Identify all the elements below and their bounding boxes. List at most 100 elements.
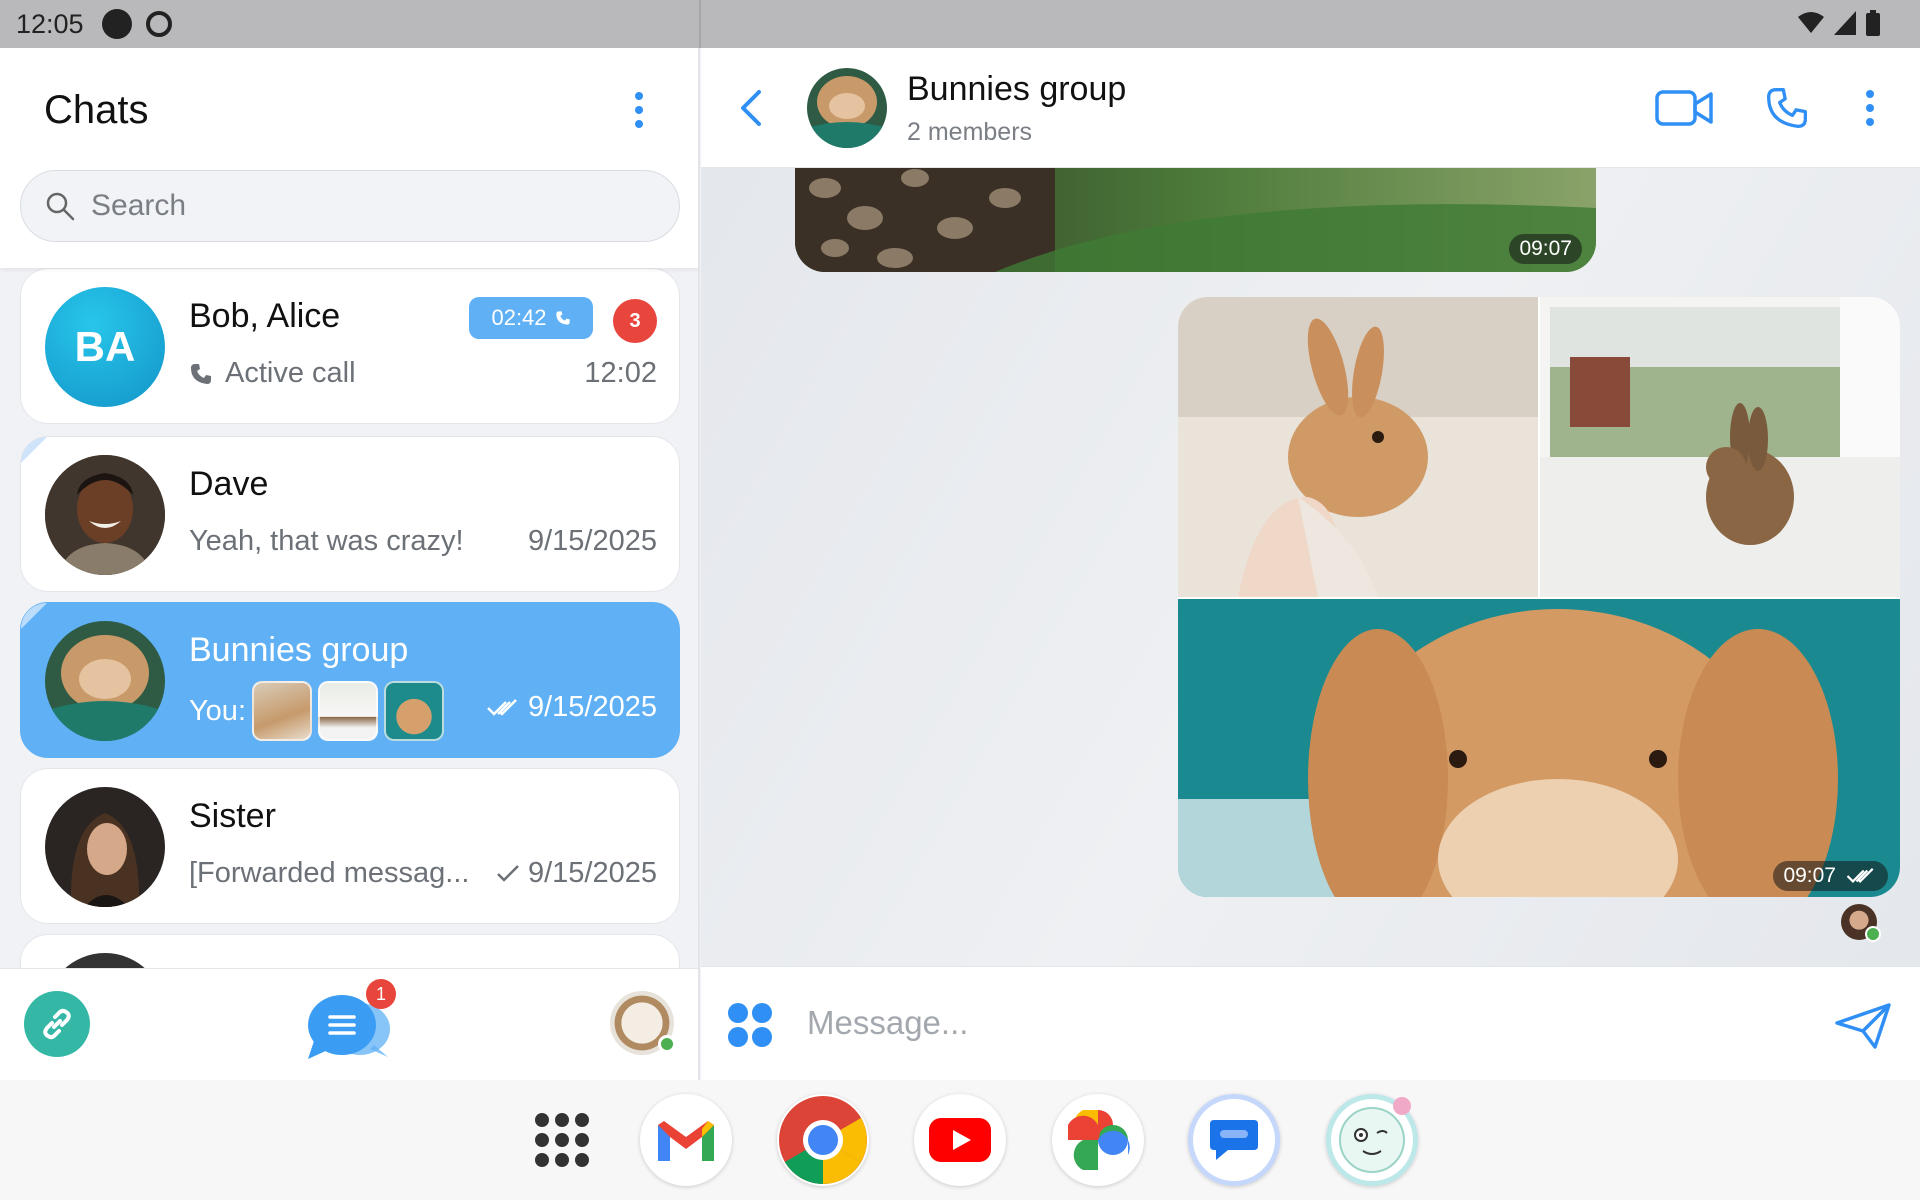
chat-time: 9/15/2025 xyxy=(496,857,657,890)
youtube-icon xyxy=(929,1118,991,1162)
chat-name: Bunnies group xyxy=(189,631,409,669)
status-icons xyxy=(1798,10,1880,36)
message-composer xyxy=(701,966,1920,1080)
app-dock xyxy=(0,1080,1920,1200)
profile-button[interactable] xyxy=(610,991,676,1055)
search-input[interactable] xyxy=(91,189,631,223)
chat-preview-text: Yeah, that was crazy! xyxy=(189,525,464,557)
chat-item-bob-alice[interactable]: BA Bob, Alice 02:42 3 Active call 12:02 xyxy=(20,268,680,424)
active-call-timer[interactable]: 02:42 xyxy=(469,297,593,339)
double-check-icon xyxy=(487,698,517,716)
signal-icon xyxy=(1834,11,1856,35)
chat-preview: You: xyxy=(189,681,444,741)
avatar xyxy=(45,621,165,741)
chat-name: Dave xyxy=(189,465,269,503)
chat-time: 12:02 xyxy=(584,357,657,390)
bunny-photo-hand[interactable] xyxy=(1178,297,1538,597)
photos-icon xyxy=(1068,1110,1130,1170)
chat-preview-text: Active call xyxy=(225,357,356,389)
media-thumbnail xyxy=(252,681,312,741)
avatar: BA xyxy=(45,287,165,407)
search-icon xyxy=(46,192,75,221)
app-drawer-button[interactable] xyxy=(534,1112,590,1168)
read-receipt-avatar xyxy=(1841,904,1881,942)
avatar-photo xyxy=(45,455,165,575)
app-notification-icon xyxy=(145,11,172,37)
avatar-photo xyxy=(45,787,165,907)
link-icon xyxy=(43,1008,71,1040)
chat-preview: Active call xyxy=(189,357,356,390)
dot-icon xyxy=(635,106,643,114)
call-duration: 02:42 xyxy=(491,305,547,330)
media-thumbnail xyxy=(384,681,444,741)
chat-item-sister[interactable]: Sister [Forwarded messag... 9/15/2025 xyxy=(20,768,680,924)
conversation-pane: 09:07 Bunnies group 2 members 09:07 Mess… xyxy=(701,48,1920,1080)
message-input[interactable] xyxy=(807,995,1707,1051)
status-divider xyxy=(699,0,701,48)
online-indicator xyxy=(658,1035,676,1053)
message-time-text: 09:07 xyxy=(1783,864,1836,887)
app-notification-dot xyxy=(1393,1097,1411,1115)
apps-grid-icon xyxy=(728,1003,772,1047)
chrome-icon xyxy=(779,1096,867,1184)
dot-icon xyxy=(1866,104,1874,112)
chat-item-dave[interactable]: Dave Yeah, that was crazy! 9/15/2025 xyxy=(20,436,680,592)
chat-preview: Yeah, that was crazy! xyxy=(189,525,464,558)
chat-preview: [Forwarded messag... xyxy=(189,857,469,890)
conversation-title: Bunnies group xyxy=(907,70,1127,108)
bunny-photo-closeup[interactable] xyxy=(1178,599,1900,897)
link-button[interactable] xyxy=(24,991,90,1057)
chrome-app-button[interactable] xyxy=(777,1094,869,1186)
page-title: Chats xyxy=(44,88,149,132)
battery-icon xyxy=(1866,10,1880,36)
send-icon[interactable] xyxy=(1835,1003,1891,1049)
avatar-photo xyxy=(807,68,887,148)
group-avatar[interactable] xyxy=(807,68,887,148)
chat-time: 9/15/2025 xyxy=(528,525,657,558)
custom-app-button[interactable] xyxy=(1326,1094,1418,1186)
double-check-icon xyxy=(1846,868,1874,883)
status-bar: 12:05 xyxy=(0,0,1920,48)
chat-time-text: 9/15/2025 xyxy=(527,525,657,557)
pin-marker xyxy=(21,603,47,629)
wifi-icon xyxy=(1798,12,1824,33)
message-time: 09:07 xyxy=(1509,234,1582,264)
messages-icon xyxy=(1210,1120,1258,1160)
pin-marker xyxy=(21,437,47,463)
more-menu-button[interactable] xyxy=(632,92,646,128)
conversation-header: Bunnies group 2 members xyxy=(701,48,1920,168)
back-arrow-icon[interactable] xyxy=(737,88,767,128)
media-thumbnail xyxy=(318,681,378,741)
dot-icon xyxy=(1866,90,1874,98)
chat-time-text: 9/15/2025 xyxy=(527,857,657,889)
notification-dot-icon xyxy=(101,9,132,39)
online-indicator xyxy=(1865,926,1881,942)
image-grid-message[interactable]: 09:07 xyxy=(1178,297,1900,897)
voice-call-icon[interactable] xyxy=(1765,86,1809,130)
chat-name: Sister xyxy=(189,797,276,835)
youtube-app-button[interactable] xyxy=(914,1094,1006,1186)
message-time: 09:07 xyxy=(1773,861,1888,891)
bunny-photo-window[interactable] xyxy=(1540,297,1900,597)
avatar xyxy=(45,455,165,575)
apps-button[interactable] xyxy=(727,1002,773,1048)
status-time: 12:05 xyxy=(16,8,84,39)
phone-icon xyxy=(191,363,211,384)
gmail-app-button[interactable] xyxy=(640,1094,732,1186)
messages-app-button[interactable] xyxy=(1188,1094,1280,1186)
avatar xyxy=(45,787,165,907)
conversation-subtitle: 2 members xyxy=(907,118,1033,146)
search-bar[interactable] xyxy=(20,170,680,242)
chat-item-bunnies-group[interactable]: Bunnies group You: 9/15/2025 xyxy=(20,602,680,758)
check-icon xyxy=(497,864,519,882)
chat-time: 9/15/2025 xyxy=(486,691,657,724)
unread-badge: 3 xyxy=(613,299,657,343)
chat-name: Bob, Alice xyxy=(189,297,341,335)
chat-time-text: 9/15/2025 xyxy=(527,691,657,723)
photos-app-button[interactable] xyxy=(1052,1094,1144,1186)
conversation-menu-button[interactable] xyxy=(1863,90,1877,126)
chat-list-pane: Chats BA Bob, Alice 02:42 3 Active call … xyxy=(0,48,700,1080)
gmail-icon xyxy=(658,1121,714,1161)
chat-preview-text: [Forwarded messag... xyxy=(189,857,470,889)
video-call-icon[interactable] xyxy=(1655,88,1713,128)
